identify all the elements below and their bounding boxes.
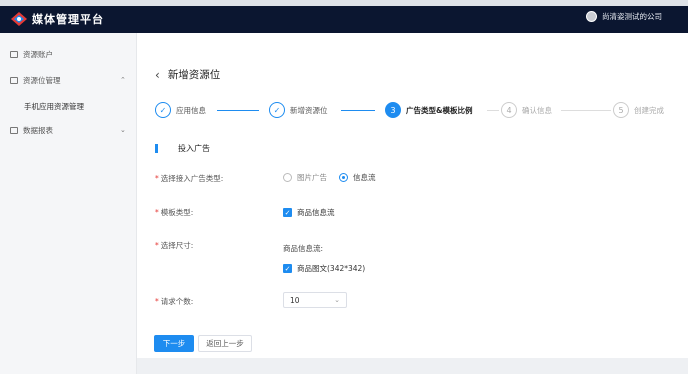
step-connector	[217, 110, 259, 111]
sidebar-item-resource-account[interactable]: 资源账户	[10, 49, 53, 60]
chevron-down-icon: ⌄	[334, 296, 340, 304]
user-name: 尚清姿测试的公司	[602, 12, 662, 21]
step-connector	[561, 110, 611, 111]
check-icon: ✓	[269, 102, 285, 118]
step-label: 创建完成	[634, 105, 664, 115]
checkbox-label: 商品图文(342*342)	[297, 264, 366, 273]
sidebar-item-label: 资源账户	[23, 50, 53, 59]
radio-feed-ad[interactable]: 信息流	[339, 172, 376, 183]
select-value: 10	[290, 295, 300, 305]
top-navigation-bar: 媒体管理平台 尚清姿测试的公司	[0, 0, 688, 33]
top-strip	[0, 0, 688, 6]
size-checkbox[interactable]: ✓ 商品图文(342*342)	[283, 263, 365, 274]
back-step-button[interactable]: 返回上一步	[198, 335, 252, 352]
ad-type-radio-group: 图片广告 信息流	[283, 172, 376, 183]
radio-label: 图片广告	[297, 173, 327, 182]
grid-icon	[10, 77, 18, 84]
step-number: 3	[385, 102, 401, 118]
step-label: 应用信息	[176, 105, 206, 115]
step-new-slot: ✓ 新增资源位	[269, 102, 328, 118]
step-connector	[487, 110, 499, 111]
chevron-down-icon[interactable]: ⌄	[120, 126, 126, 134]
section-heading: 投入广告	[155, 143, 210, 154]
step-connector	[341, 110, 375, 111]
radio-circle	[283, 173, 292, 182]
app-title: 媒体管理平台	[32, 13, 104, 26]
step-number: 5	[613, 102, 629, 118]
sidebar-subitem-mobile-app-resource[interactable]: 手机应用资源管理	[24, 101, 84, 112]
page-footer-area	[137, 358, 688, 374]
section-title: 投入广告	[178, 144, 210, 153]
step-progress: ✓ 应用信息 ✓ 新增资源位 3 广告类型&模板比例 4 确认信息 5 创建完成	[155, 102, 675, 122]
size-label: * 选择尺寸:	[155, 241, 194, 250]
logo-icon	[11, 12, 27, 26]
check-icon: ✓	[283, 264, 292, 273]
section-marker	[155, 144, 158, 153]
step-create-complete: 5 创建完成	[613, 102, 664, 118]
radio-circle	[339, 173, 348, 182]
account-icon	[10, 51, 18, 58]
chevron-up-icon[interactable]: ⌃	[120, 76, 126, 84]
step-app-info: ✓ 应用信息	[155, 102, 206, 118]
sidebar: 资源账户 资源位管理 ⌃ 手机应用资源管理 数据报表 ⌄	[0, 33, 137, 374]
step-number: 4	[501, 102, 517, 118]
step-label: 新增资源位	[290, 105, 328, 115]
sidebar-item-resource-slot-management[interactable]: 资源位管理	[10, 75, 61, 86]
checkbox-label: 商品信息流	[297, 208, 335, 217]
step-label: 广告类型&模板比例	[406, 105, 473, 115]
size-group-label: 商品信息流:	[283, 244, 324, 253]
page-header: ‹ 新增资源位	[155, 67, 220, 82]
next-step-button[interactable]: 下一步	[154, 335, 194, 352]
template-checkbox[interactable]: ✓ 商品信息流	[283, 207, 335, 218]
step-ad-type-template: 3 广告类型&模板比例	[385, 102, 473, 118]
template-type-label: * 模板类型:	[155, 208, 194, 217]
user-menu[interactable]: 尚清姿测试的公司	[586, 11, 662, 22]
back-arrow-icon[interactable]: ‹	[155, 68, 160, 82]
step-label: 确认信息	[522, 105, 552, 115]
main-content: ‹ 新增资源位 ✓ 应用信息 ✓ 新增资源位 3 广告类型&模板比例 4 确认信…	[137, 33, 688, 358]
radio-label: 信息流	[353, 173, 376, 182]
request-count-select[interactable]: 10 ⌄	[283, 292, 347, 308]
request-count-label: * 请求个数:	[155, 297, 194, 306]
sidebar-item-label: 资源位管理	[23, 76, 61, 85]
sidebar-item-data-report[interactable]: 数据报表	[10, 125, 53, 136]
check-icon: ✓	[155, 102, 171, 118]
radio-image-ad[interactable]: 图片广告	[283, 172, 327, 183]
report-icon	[10, 127, 18, 134]
check-icon: ✓	[283, 208, 292, 217]
step-confirm-info: 4 确认信息	[501, 102, 552, 118]
avatar	[586, 11, 597, 22]
ad-type-label: * 选择接入广告类型:	[155, 174, 224, 183]
page-title: 新增资源位	[167, 69, 221, 81]
sidebar-item-label: 数据报表	[23, 126, 53, 135]
